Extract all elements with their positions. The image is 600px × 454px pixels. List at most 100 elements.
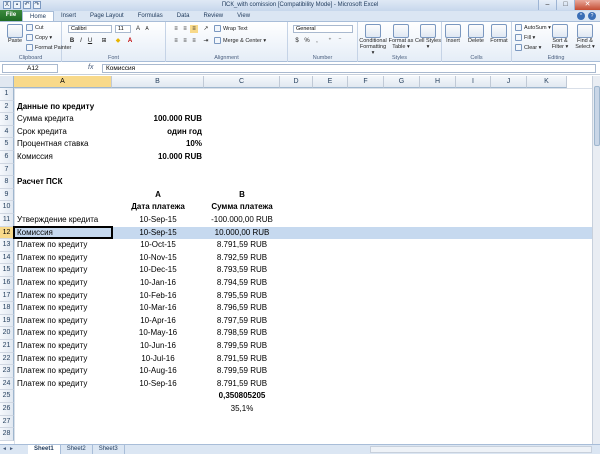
row-header[interactable]: 23 — [0, 365, 14, 378]
sheet-tab-sheet3[interactable]: Sheet3 — [93, 445, 125, 454]
column-header-k[interactable]: K — [527, 76, 567, 88]
row-header[interactable]: 3 — [0, 113, 14, 126]
column-header-g[interactable]: G — [384, 76, 420, 88]
cell-a17[interactable]: Платеж по кредиту — [17, 290, 87, 303]
sheet-tab-sheet2[interactable]: Sheet2 — [61, 445, 93, 454]
font-color-button[interactable]: A — [126, 37, 134, 45]
cell-b4[interactable]: один год — [112, 126, 202, 139]
cell-a23[interactable]: Платеж по кредиту — [17, 365, 87, 378]
cell-a3[interactable]: Сумма кредита — [17, 113, 74, 126]
cell-c16[interactable]: 8.794,59 RUB — [204, 277, 280, 290]
cell-b9[interactable]: A — [112, 189, 204, 202]
cell-a22[interactable]: Платеж по кредиту — [17, 353, 87, 366]
cell-a2[interactable]: Данные по кредиту — [17, 101, 94, 114]
increase-decimal-icon[interactable]: ⁺ — [326, 37, 334, 45]
row-header[interactable]: 27 — [0, 415, 14, 429]
row-header[interactable]: 19 — [0, 314, 14, 328]
cell-a5[interactable]: Процентная ставка — [17, 138, 89, 151]
cell-a8[interactable]: Расчет ПСК — [17, 176, 62, 189]
tab-insert[interactable]: Insert — [54, 11, 83, 21]
cell-c26[interactable]: 35,1% — [204, 403, 280, 416]
cell-c15[interactable]: 8.793,59 RUB — [204, 264, 280, 277]
cell-c9[interactable]: B — [204, 189, 280, 202]
row-header[interactable]: 6 — [0, 151, 14, 164]
number-format-select[interactable]: General — [293, 25, 353, 33]
cell-c12[interactable]: 10.000,00 RUB — [204, 227, 280, 240]
tab-home[interactable]: Home — [22, 11, 55, 21]
cell-c19[interactable]: 8.797,59 RUB — [204, 315, 280, 328]
paste-button[interactable]: Paste — [1, 24, 29, 44]
help-icon[interactable]: ? — [588, 12, 596, 20]
tab-review[interactable]: Review — [196, 11, 230, 21]
cell-a16[interactable]: Платеж по кредиту — [17, 277, 87, 290]
cell-c14[interactable]: 8.792,59 RUB — [204, 252, 280, 265]
column-header-h[interactable]: H — [420, 76, 456, 88]
currency-icon[interactable]: $ — [293, 37, 301, 45]
row-header[interactable]: 11 — [0, 214, 14, 227]
align-left-icon[interactable]: ≡ — [172, 37, 180, 45]
cell-c25[interactable]: 0,350805205 — [204, 390, 280, 403]
cell-b24[interactable]: 10-Sep-16 — [112, 378, 204, 391]
maximize-button[interactable]: □ — [556, 0, 574, 10]
cell-b13[interactable]: 10-Oct-15 — [112, 239, 204, 252]
comma-icon[interactable]: , — [313, 37, 321, 45]
cell-b19[interactable]: 10-Apr-16 — [112, 315, 204, 328]
column-header-c[interactable]: C — [204, 76, 280, 88]
indent-icon[interactable]: ⇥ — [202, 37, 210, 45]
cell-c21[interactable]: 8.799,59 RUB — [204, 340, 280, 353]
bold-button[interactable]: B — [68, 37, 76, 45]
column-header-a[interactable]: A — [14, 76, 112, 88]
format-button[interactable]: Format — [488, 24, 510, 44]
cell-grid[interactable] — [14, 88, 596, 444]
copy-button[interactable]: Copy ▾ — [26, 34, 52, 41]
font-size-select[interactable]: 11 — [115, 25, 131, 33]
cell-c22[interactable]: 8.791,59 RUB — [204, 353, 280, 366]
cell-c23[interactable]: 8.799,59 RUB — [204, 365, 280, 378]
cell-b22[interactable]: 10-Jul-16 — [112, 353, 204, 366]
italic-button[interactable]: I — [77, 37, 85, 45]
row-header[interactable]: 7 — [0, 163, 14, 177]
cell-a18[interactable]: Платеж по кредиту — [17, 302, 87, 315]
autosum-button[interactable]: AutoSum ▾ — [515, 24, 551, 31]
column-header-j[interactable]: J — [491, 76, 527, 88]
cell-a12[interactable]: Комиссия — [17, 227, 53, 240]
cell-b12[interactable]: 10-Sep-15 — [112, 227, 204, 240]
cell-b11[interactable]: 10-Sep-15 — [112, 214, 204, 227]
find-select-button[interactable]: Find & Select ▾ — [573, 24, 597, 50]
cell-c20[interactable]: 8.798,59 RUB — [204, 327, 280, 340]
sheet-tab-sheet1[interactable]: Sheet1 — [28, 445, 61, 454]
underline-button[interactable]: U — [86, 37, 94, 45]
font-name-select[interactable]: Calibri — [68, 25, 112, 33]
borders-button[interactable]: ⊞ — [100, 37, 108, 45]
row-header[interactable]: 13 — [0, 239, 14, 252]
cut-button[interactable]: Cut — [26, 24, 44, 31]
close-button[interactable]: ✕ — [574, 0, 600, 10]
row-header[interactable]: 4 — [0, 125, 14, 139]
name-box[interactable]: A12 — [2, 64, 58, 73]
sort-filter-button[interactable]: Sort & Filter ▾ — [548, 24, 572, 50]
cell-b23[interactable]: 10-Aug-16 — [112, 365, 204, 378]
first-sheet-icon[interactable]: ◄ — [2, 446, 8, 452]
formula-input[interactable]: Комиссия — [102, 64, 596, 73]
align-center-icon[interactable]: ≡ — [181, 37, 189, 45]
row-header[interactable]: 28 — [0, 428, 14, 441]
row-header[interactable]: 18 — [0, 302, 14, 315]
align-top-icon[interactable]: ≡ — [172, 25, 180, 33]
cell-b3[interactable]: 100.000 RUB — [112, 113, 202, 126]
orientation-icon[interactable]: ↗ — [202, 25, 210, 33]
cell-a4[interactable]: Срок кредита — [17, 126, 67, 139]
insert-function-icon[interactable]: fx — [88, 64, 93, 71]
grow-font-button[interactable]: A — [134, 25, 142, 33]
row-header[interactable]: 26 — [0, 403, 14, 416]
row-header[interactable]: 16 — [0, 277, 14, 290]
cell-b10[interactable]: Дата платежа — [112, 201, 204, 214]
conditional-formatting-button[interactable]: Conditional Formatting ▾ — [359, 24, 387, 56]
column-header-b[interactable]: B — [112, 76, 204, 88]
cell-styles-button[interactable]: Cell Styles ▾ — [414, 24, 442, 50]
tab-view[interactable]: View — [230, 11, 257, 21]
cell-b5[interactable]: 10% — [112, 138, 202, 151]
select-all-corner[interactable] — [0, 76, 14, 88]
align-right-icon[interactable]: ≡ — [190, 37, 198, 45]
cell-a21[interactable]: Платеж по кредиту — [17, 340, 87, 353]
shrink-font-button[interactable]: A — [143, 25, 151, 33]
